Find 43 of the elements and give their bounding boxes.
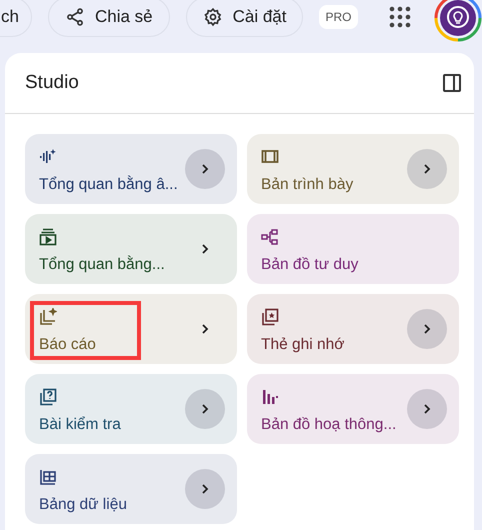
card-label: Tổng quan bằng...: [39, 256, 165, 274]
studio-card[interactable]: Báo cáo: [25, 294, 237, 364]
slides-icon: [261, 148, 279, 166]
studio-card[interactable]: Bảng dữ liệu: [25, 454, 237, 524]
studio-card[interactable]: Bản trình bày: [247, 134, 459, 204]
apps-grid-icon[interactable]: [388, 5, 412, 29]
card-label: Tổng quan bằng â...: [39, 176, 178, 194]
video-icon: [39, 228, 57, 246]
quiz-icon: [39, 388, 57, 406]
panel-title: Studio: [25, 72, 79, 94]
share-icon: [64, 7, 85, 27]
partial-button[interactable]: ch: [0, 0, 32, 37]
card-label: Bản trình bày: [261, 176, 354, 194]
chevron-button[interactable]: [185, 149, 225, 189]
studio-card[interactable]: Bản đồ tư duy: [247, 214, 459, 284]
studio-card[interactable]: Thẻ ghi nhớ: [247, 294, 459, 364]
studio-card[interactable]: Tổng quan bằng â...: [25, 134, 237, 204]
studio-card[interactable]: Bài kiểm tra: [25, 374, 237, 444]
audio-wave-icon: [39, 148, 57, 166]
sidebar-toggle-icon[interactable]: [442, 73, 462, 93]
report-icon: [39, 308, 57, 326]
card-label: Bảng dữ liệu: [39, 496, 127, 514]
studio-card[interactable]: Tổng quan bằng...: [25, 214, 237, 284]
mind-map-icon: [261, 228, 279, 246]
chevron-button[interactable]: [407, 389, 447, 429]
table-icon: [39, 468, 57, 486]
pro-badge: PRO: [319, 5, 358, 29]
settings-button[interactable]: Cài đặt: [186, 0, 304, 37]
card-label: Bản đồ tư duy: [261, 256, 358, 274]
chevron-button[interactable]: [407, 149, 447, 189]
share-button[interactable]: Chia sẻ: [48, 0, 170, 37]
chevron-button[interactable]: [407, 309, 447, 349]
settings-icon: [202, 7, 223, 27]
card-label: Bài kiểm tra: [39, 416, 121, 434]
chevron-button[interactable]: [185, 469, 225, 509]
infographic-icon: [261, 388, 279, 406]
flashcards-icon: [261, 308, 279, 326]
card-label: Báo cáo: [39, 336, 96, 354]
chevron-button[interactable]: [185, 389, 225, 429]
card-label: Thẻ ghi nhớ: [261, 336, 344, 354]
card-label: Bản đồ hoạ thông...: [261, 416, 396, 434]
avatar-icon[interactable]: [434, 0, 482, 42]
studio-card[interactable]: Bản đồ hoạ thông...: [247, 374, 459, 444]
